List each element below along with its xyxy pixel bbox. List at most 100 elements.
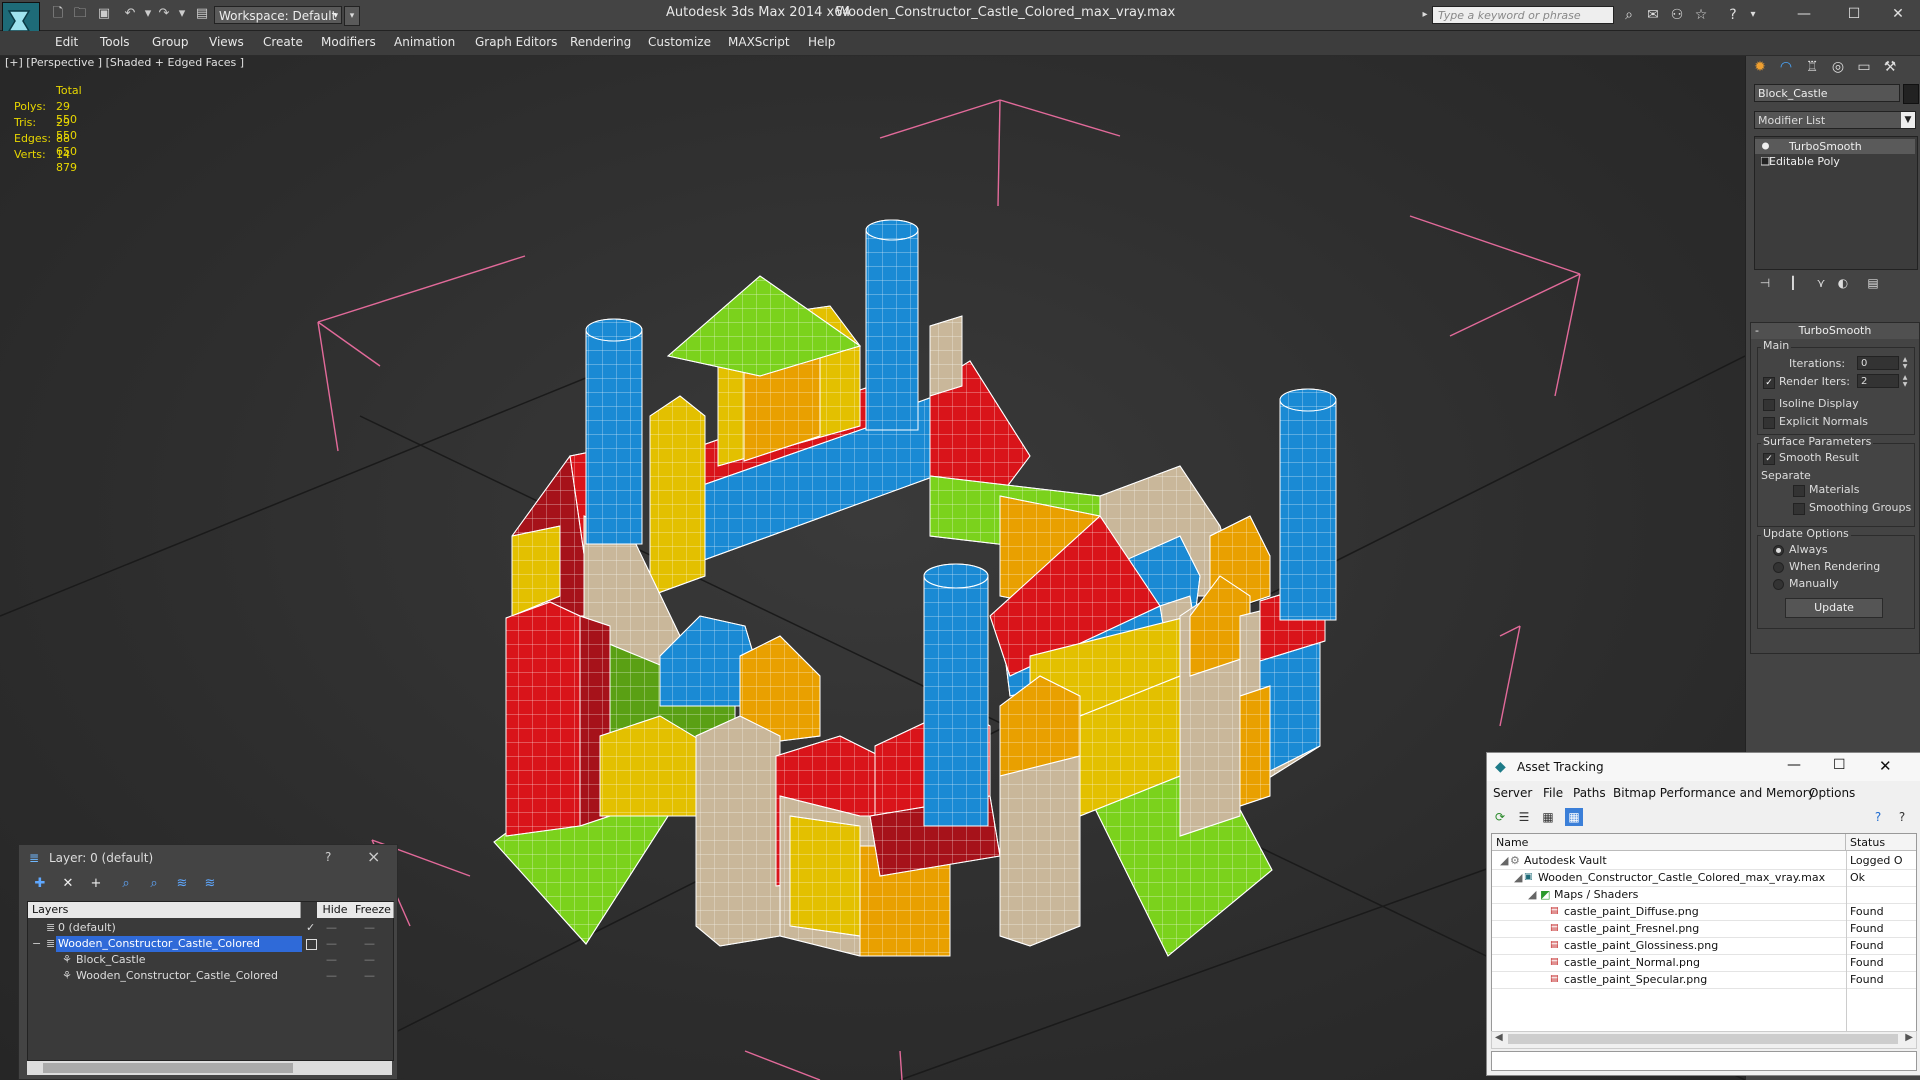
column-header-layers[interactable]: Layers [28,902,301,918]
utilities-tab-icon[interactable]: ⚒ [1878,56,1902,78]
hide-toggle[interactable]: — [326,952,337,968]
create-tab-icon[interactable]: ✹ [1748,56,1772,78]
object-name-field[interactable]: Block_Castle [1754,84,1900,102]
update-button[interactable]: Update [1785,598,1883,618]
menu-group[interactable]: Group [152,35,189,49]
freeze-toggle[interactable]: — [364,968,375,984]
hierarchy-tab-icon[interactable]: ♖ [1800,56,1824,78]
binoculars-icon[interactable]: ⌕ [1620,6,1638,24]
render-iters-checkbox[interactable]: ✓ [1763,377,1775,389]
help-dropdown-icon[interactable]: ▾ [1744,6,1762,24]
column-header-name[interactable]: Name [1492,834,1846,851]
account-icon[interactable]: ⚇ [1668,6,1686,24]
manually-radio[interactable] [1773,579,1784,590]
isoline-display-checkbox[interactable] [1763,399,1775,411]
configure-modifier-sets-icon[interactable]: ▤ [1864,274,1882,292]
always-radio[interactable] [1773,545,1784,556]
close-button[interactable]: ✕ [1879,757,1892,775]
spinner-arrows-icon[interactable]: ▲ ▼ [1901,374,1909,388]
asset-menu-paths[interactable]: Paths [1573,786,1606,800]
hide-toggle[interactable]: — [326,920,337,936]
delete-layer-icon[interactable]: ✕ [59,875,77,893]
make-unique-icon[interactable]: ⋎ [1812,274,1830,292]
minimize-button[interactable]: — [1787,757,1801,773]
motion-tab-icon[interactable]: ◎ [1826,56,1850,78]
search-input[interactable]: Type a keyword or phrase [1432,6,1614,24]
hide-toggle[interactable]: — [326,936,337,952]
lightbulb-icon[interactable] [1761,141,1770,150]
rollout-header[interactable]: - TurboSmooth [1751,323,1919,339]
scrollbar-thumb[interactable] [1508,1034,1898,1044]
communication-center-icon[interactable]: ✉ [1644,6,1662,24]
menu-edit[interactable]: Edit [55,35,78,49]
current-layer-check-icon[interactable]: ✓ [306,920,315,936]
asset-row[interactable]: ◢ ⚙ Autodesk Vault Logged O [1492,852,1916,870]
new-file-icon[interactable]: 🗋 [50,7,66,21]
menu-tools[interactable]: Tools [100,35,130,49]
scroll-left-icon[interactable]: ◀ [1495,1032,1503,1043]
asset-menu-bitmap[interactable]: Bitmap Performance and Memory [1613,786,1815,800]
freeze-toggle[interactable]: — [364,952,375,968]
collapse-icon[interactable]: ◢ [1528,886,1536,903]
menu-maxscript[interactable]: MAXScript [728,35,790,49]
horizontal-scrollbar[interactable]: ◀ ▶ [1491,1031,1917,1049]
materials-checkbox[interactable] [1793,485,1805,497]
asset-row[interactable]: ◢ ◩ Maps / Shaders [1492,886,1916,904]
help-icon[interactable]: ? [1869,808,1887,826]
menu-help[interactable]: Help [808,35,835,49]
menu-rendering[interactable]: Rendering [570,35,631,49]
quick-access-dropdown-icon[interactable]: ▾ [344,6,360,26]
menu-graph-editors[interactable]: Graph Editors [475,35,557,49]
spinner-arrows-icon[interactable]: ▲ ▼ [1901,356,1909,370]
layer-help-icon[interactable]: ? [325,850,331,864]
create-layer-icon[interactable]: ✚ [31,875,49,893]
workspace-selector[interactable]: Workspace: Default ▾ [214,6,342,24]
freeze-toggle[interactable]: — [364,920,375,936]
smoothing-groups-checkbox[interactable] [1793,503,1805,515]
help-alt-icon[interactable]: ? [1893,808,1911,826]
iterations-spinner[interactable]: 0 [1857,356,1899,370]
menu-modifiers[interactable]: Modifiers [321,35,376,49]
layer-row[interactable]: ⚘ Wooden_Constructor_Castle_Colored — — [28,968,393,984]
column-header-hide[interactable]: Hide [317,902,354,918]
freeze-toggle[interactable]: — [364,936,375,952]
project-folder-icon[interactable]: ▤ [194,7,210,21]
asset-menu-options[interactable]: Options [1809,786,1855,800]
maximize-button[interactable]: ☐ [1833,757,1846,773]
close-icon[interactable]: × [367,847,380,866]
smooth-result-checkbox[interactable]: ✓ [1763,453,1775,465]
horizontal-scrollbar[interactable] [27,1061,392,1075]
save-file-icon[interactable]: ▣ [96,7,112,21]
hide-all-layers-icon[interactable]: ≋ [173,875,191,893]
freeze-all-layers-icon[interactable]: ≋ [201,875,219,893]
hide-toggle[interactable]: — [326,968,337,984]
redo-icon[interactable]: ↷ [156,7,172,21]
show-end-result-icon[interactable]: ┃ [1784,274,1802,292]
layer-row[interactable]: − ≣ Wooden_Constructor_Castle_Colored — … [28,936,393,952]
layer-row[interactable]: ≣ 0 (default) ✓ — — [28,920,393,936]
table-view-icon[interactable]: ▦ [1539,808,1557,826]
redo-dropdown-icon[interactable]: ▾ [174,7,190,21]
viewport-label[interactable]: [+] [Perspective ] [Shaded + Edged Faces… [5,56,244,69]
scrollbar-thumb[interactable] [43,1063,293,1073]
asset-window-titlebar[interactable]: ◆ Asset Tracking — ☐ ✕ [1487,753,1920,781]
object-color-swatch[interactable] [1903,84,1919,104]
open-file-icon[interactable]: 🗀 [72,7,88,21]
grid-view-icon[interactable]: ▦ [1565,808,1583,826]
favorites-star-icon[interactable]: ☆ [1692,6,1710,24]
explicit-normals-checkbox[interactable] [1763,417,1775,429]
select-objects-icon[interactable]: ⌕ [117,875,135,893]
column-header-freeze[interactable]: Freeze [353,902,394,918]
refresh-icon[interactable]: ⟳ [1491,808,1509,826]
asset-row[interactable]: ▤ castle_paint_Glossiness.png Found [1492,937,1916,955]
asset-row[interactable]: ◢ ▣ Wooden_Constructor_Castle_Colored_ma… [1492,869,1916,887]
display-tab-icon[interactable]: ▭ [1852,56,1876,78]
add-to-layer-icon[interactable]: + [87,875,105,893]
menu-create[interactable]: Create [263,35,303,49]
stack-item-turbosmooth[interactable]: TurboSmooth [1755,139,1915,154]
modifier-list-dropdown[interactable]: Modifier List ▼ [1754,111,1916,129]
pin-stack-icon[interactable]: ⊣ [1756,274,1774,292]
close-button[interactable]: ✕ [1878,2,1918,26]
modify-tab-icon[interactable]: ◠ [1774,56,1798,78]
asset-menu-server[interactable]: Server [1493,786,1532,800]
